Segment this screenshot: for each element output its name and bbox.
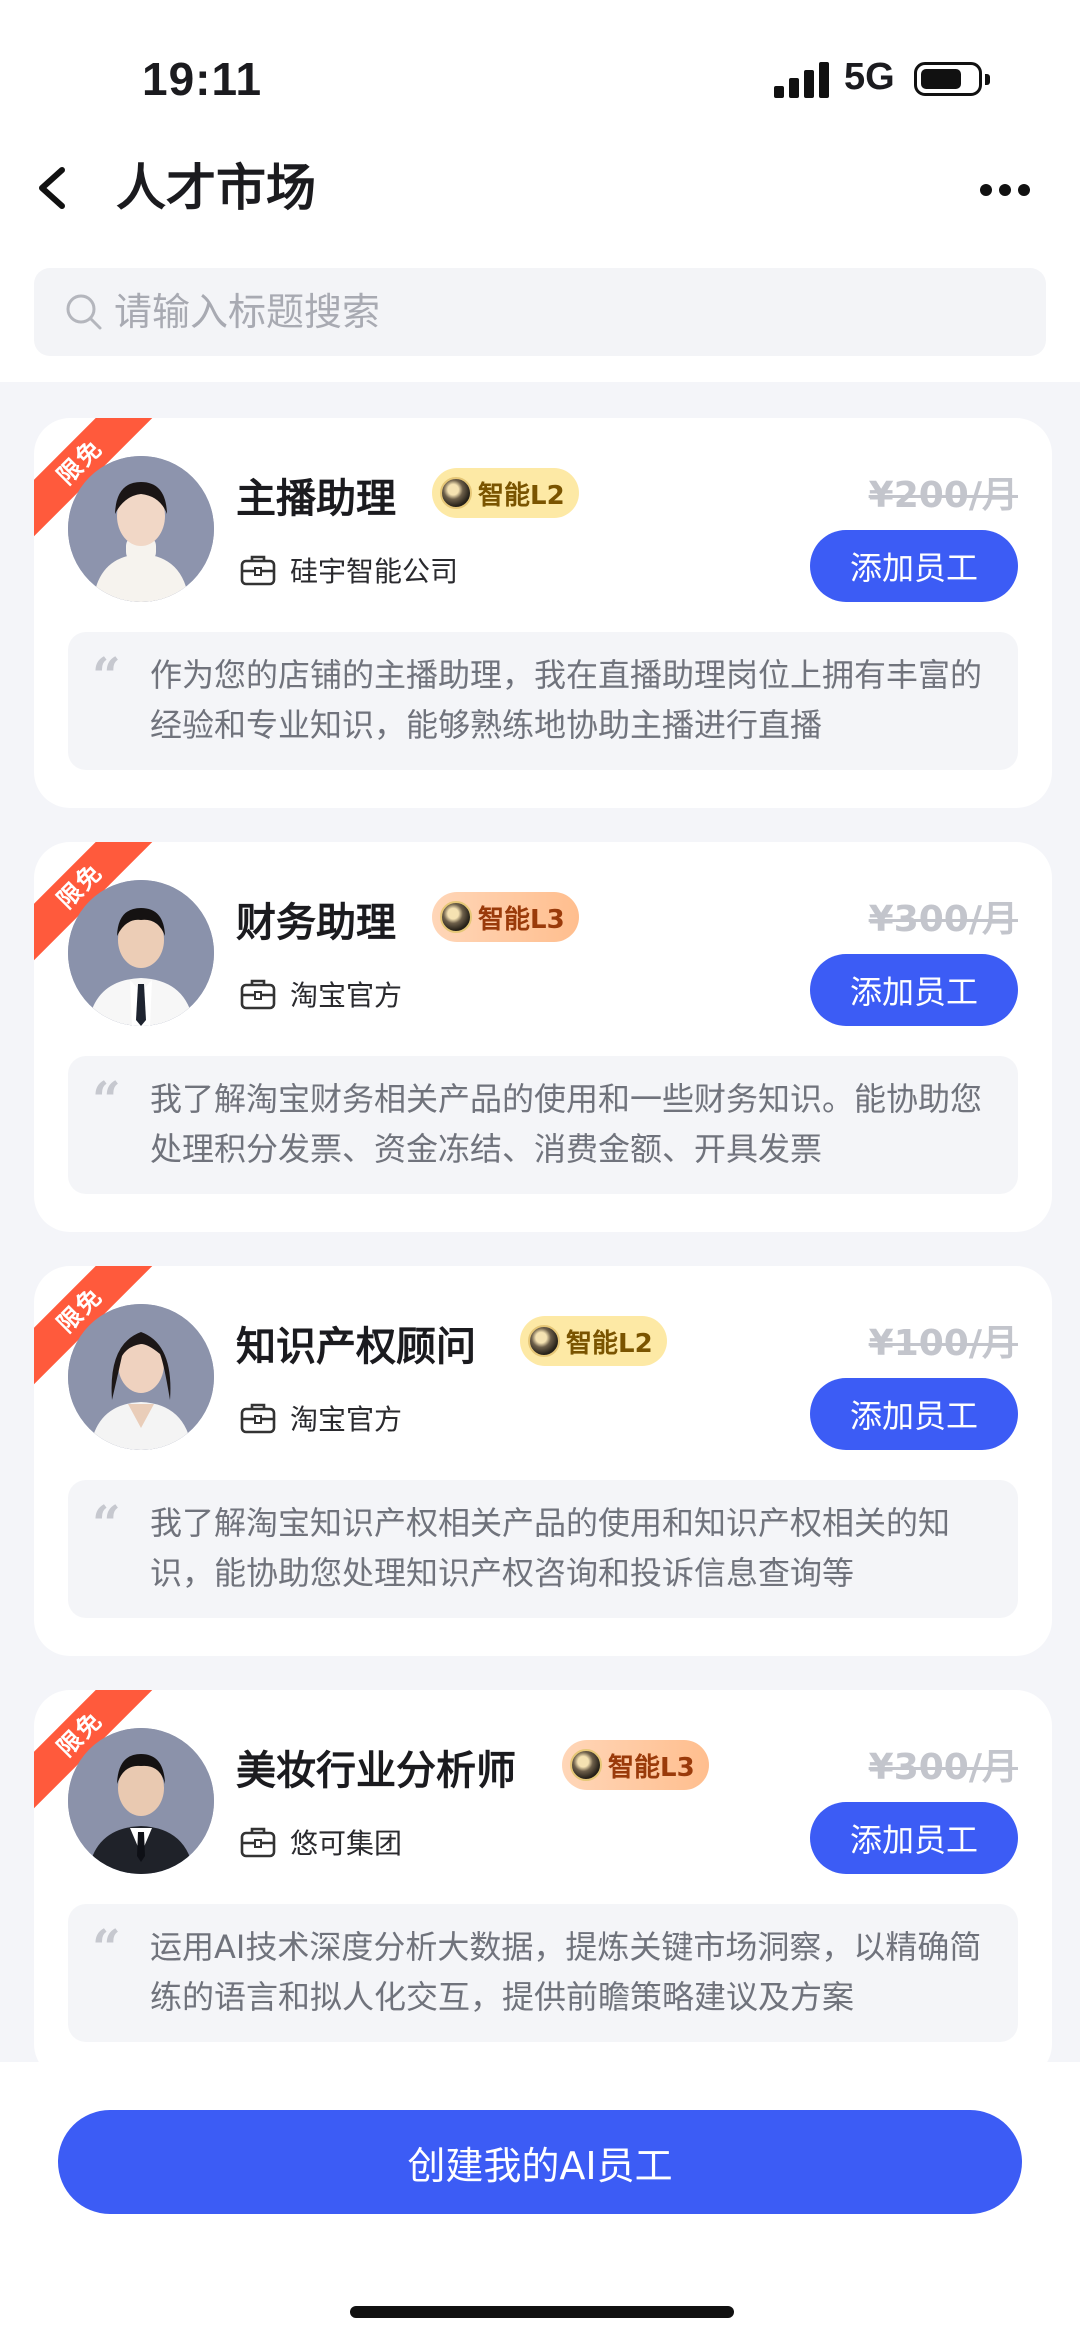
avatar — [68, 1304, 214, 1450]
quote-icon: “ — [92, 1918, 121, 1977]
briefcase-icon — [240, 555, 276, 586]
back-button[interactable] — [30, 156, 86, 220]
company-name: 硅宇智能公司 — [290, 555, 459, 588]
talent-name: 美妆行业分析师 — [236, 1748, 516, 1794]
original-price: ¥100/月 — [868, 1323, 1018, 1364]
more-options-button[interactable] — [970, 160, 1040, 216]
description-box: “ 我了解淘宝财务相关产品的使用和一些财务知识。能协助您处理积分发票、资金冻结、… — [68, 1056, 1018, 1194]
search-icon — [66, 294, 102, 330]
add-employee-button[interactable]: 添加员工 — [810, 1802, 1018, 1874]
description-text: 我了解淘宝财务相关产品的使用和一些财务知识。能协助您处理积分发票、资金冻结、消费… — [150, 1080, 983, 1168]
level-badge: 智能L3 — [562, 1740, 709, 1790]
talent-card[interactable]: 限免 知识产权顾问 智能L2 ¥100/月 添加员工 淘宝官方 “ 我了解淘宝知… — [34, 1266, 1052, 1656]
talent-card[interactable]: 限免 主播助理 智能L2 ¥200/月 添加员工 硅宇智能公司 “ 作为您的店铺… — [34, 418, 1052, 808]
status-time: 19:11 — [142, 53, 263, 105]
description-box: “ 作为您的店铺的主播助理，我在直播助理岗位上拥有丰富的经验和专业知识，能够熟练… — [68, 632, 1018, 770]
quote-icon: “ — [92, 646, 121, 705]
avatar — [68, 1728, 214, 1874]
talent-list[interactable]: 限免 主播助理 智能L2 ¥200/月 添加员工 硅宇智能公司 “ 作为您的店铺… — [0, 382, 1080, 2062]
battery-icon — [914, 62, 990, 96]
chevron-left-icon — [39, 167, 65, 209]
nav-bar: 人才市场 — [0, 140, 1080, 240]
level-coin-icon — [570, 1749, 602, 1781]
company-name: 淘宝官方 — [290, 979, 403, 1012]
quote-icon: “ — [92, 1494, 121, 1553]
description-text: 我了解淘宝知识产权相关产品的使用和知识产权相关的知识，能协助您处理知识产权咨询和… — [150, 1504, 951, 1592]
level-badge: 智能L3 — [432, 892, 579, 942]
avatar — [68, 880, 214, 1026]
search-input[interactable] — [114, 268, 1014, 356]
talent-name: 主播助理 — [236, 476, 396, 522]
add-employee-button[interactable]: 添加员工 — [810, 954, 1018, 1026]
search-bar[interactable] — [34, 268, 1046, 356]
add-employee-button[interactable]: 添加员工 — [810, 530, 1018, 602]
original-price: ¥300/月 — [868, 899, 1018, 940]
talent-card[interactable]: 限免 财务助理 智能L3 ¥300/月 添加员工 淘宝官方 “ 我了解淘宝财务相… — [34, 842, 1052, 1232]
company-name: 淘宝官方 — [290, 1403, 403, 1436]
company-row: 硅宇智能公司 — [240, 550, 458, 590]
level-coin-icon — [440, 901, 472, 933]
status-bar: 19:11 5G — [0, 0, 1080, 150]
description-box: “ 我了解淘宝知识产权相关产品的使用和知识产权相关的知识，能协助您处理知识产权咨… — [68, 1480, 1018, 1618]
briefcase-icon — [240, 979, 276, 1010]
network-label: 5G — [844, 56, 895, 98]
top-section: 19:11 5G 人才市场 — [0, 0, 1080, 382]
briefcase-icon — [240, 1403, 276, 1434]
more-dots-icon — [980, 184, 992, 196]
quote-icon: “ — [92, 1070, 121, 1129]
level-coin-icon — [528, 1325, 560, 1357]
bottom-bar: 创建我的AI员工 — [0, 2062, 1080, 2341]
original-price: ¥200/月 — [868, 475, 1018, 516]
company-name: 悠可集团 — [290, 1827, 403, 1860]
description-text: 作为您的店铺的主播助理，我在直播助理岗位上拥有丰富的经验和专业知识，能够熟练地协… — [150, 656, 983, 744]
talent-card[interactable]: 限免 美妆行业分析师 智能L3 ¥300/月 添加员工 悠可集团 “ 运用AI技… — [34, 1690, 1052, 2062]
original-price: ¥300/月 — [868, 1747, 1018, 1788]
level-badge: 智能L2 — [520, 1316, 667, 1366]
company-row: 淘宝官方 — [240, 974, 402, 1014]
company-row: 悠可集团 — [240, 1822, 402, 1862]
level-badge: 智能L2 — [432, 468, 579, 518]
create-ai-employee-button[interactable]: 创建我的AI员工 — [58, 2110, 1022, 2214]
home-indicator[interactable] — [350, 2306, 734, 2318]
company-row: 淘宝官方 — [240, 1398, 402, 1438]
briefcase-icon — [240, 1827, 276, 1858]
page-title: 人才市场 — [116, 159, 316, 217]
talent-name: 知识产权顾问 — [236, 1324, 476, 1370]
talent-name: 财务助理 — [236, 900, 396, 946]
avatar — [68, 456, 214, 602]
level-coin-icon — [440, 477, 472, 509]
add-employee-button[interactable]: 添加员工 — [810, 1378, 1018, 1450]
description-text: 运用AI技术深度分析大数据，提炼关键市场洞察，以精确简练的语言和拟人化交互，提供… — [150, 1928, 982, 2016]
description-box: “ 运用AI技术深度分析大数据，提炼关键市场洞察，以精确简练的语言和拟人化交互，… — [68, 1904, 1018, 2042]
signal-icon — [774, 62, 830, 98]
